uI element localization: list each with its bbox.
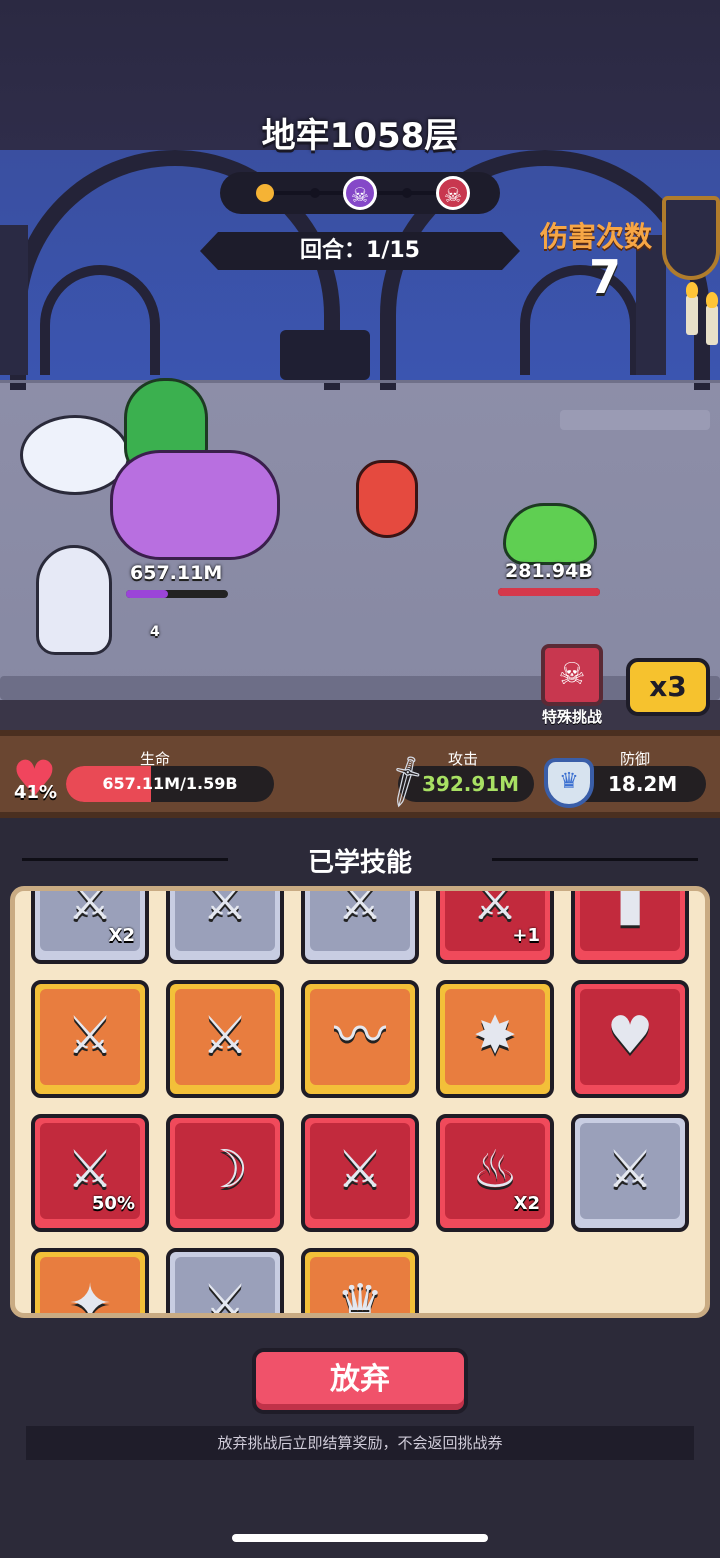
hit-count-label: 伤害次数 — [540, 220, 653, 253]
tombstone-icon: ▮ — [615, 886, 645, 932]
party-hp-bar — [126, 590, 228, 598]
stage-progress: ☠ ☠ — [220, 172, 500, 214]
skill-tile[interactable]: ✸ — [436, 980, 554, 1098]
round-counter: 回合：1/15 — [200, 232, 520, 270]
skill-tile[interactable]: ⚔ X2 — [31, 886, 149, 964]
sword-dash-icon: ⚔ — [66, 1006, 114, 1066]
sword-icon: 🗡 — [373, 749, 438, 813]
life-bar: 657.11M/1.59B — [66, 766, 274, 802]
enemy-hp-bar — [498, 588, 600, 596]
stats-bar: 生命 657.11M/1.59B ♥ 41% 攻击 392.91M 🗡 防御 1… — [0, 730, 720, 818]
demon-skull-icon: ☠ — [558, 657, 586, 692]
crown-icon: ♛ — [336, 1274, 384, 1318]
skill-tile[interactable]: 〰 — [301, 980, 419, 1098]
floor-tile — [0, 676, 720, 700]
skill-tile[interactable]: ⚔ 50% — [31, 1114, 149, 1232]
candle — [706, 305, 718, 345]
floor-tile — [560, 410, 710, 430]
stage-dot — [402, 188, 412, 198]
red-skull-icon: ☠ — [436, 176, 470, 210]
party-hp-fill — [126, 590, 168, 598]
battle-scene: 地牢1058层 ☠ ☠ 回合：1/15 伤害次数 7 657.11M 4 281… — [0, 0, 720, 730]
enemy-green-slime-character — [503, 503, 597, 565]
water-wave-plus-icon: 〰 — [333, 1006, 386, 1066]
skill-tile[interactable]: ✦ — [31, 1248, 149, 1318]
hit-count-value: 7 — [588, 250, 621, 304]
sword-percent-icon: ⚔ — [201, 886, 249, 932]
skill-tile[interactable]: ♥ — [571, 980, 689, 1098]
purple-skull-icon: ☠ — [343, 176, 377, 210]
sword-wave-icon: ⚔ — [336, 886, 384, 932]
sword-up-arrow-icon: ⚔ — [336, 1140, 384, 1200]
skill-tile[interactable]: ▮ — [571, 886, 689, 964]
candle-flame-icon — [686, 282, 698, 298]
skill-tile[interactable]: ☽ — [166, 1114, 284, 1232]
ally-unicorn-character — [110, 450, 280, 560]
skill-tile[interactable]: ♨ X2 — [436, 1114, 554, 1232]
skill-tile[interactable]: ⚔ — [571, 1114, 689, 1232]
background-pillar — [0, 225, 28, 375]
sword-plus-one-icon: ⚔ — [471, 886, 519, 932]
skill-tile[interactable]: ⚔ — [301, 1114, 419, 1232]
skill-tile[interactable]: ⚔ — [31, 980, 149, 1098]
shield-icon: ♛ — [544, 758, 594, 808]
abandon-notice: 放弃挑战后立即结算奖励，不会返回挑战券 — [26, 1426, 694, 1460]
party-hp-text: 657.11M — [130, 562, 223, 584]
enemy-hp-fill — [498, 588, 600, 596]
sword-frost-icon: ⚔ — [606, 1140, 654, 1200]
skill-tile[interactable]: ⚔ — [166, 886, 284, 964]
skill-tile[interactable]: ⚔ +1 — [436, 886, 554, 964]
skill-tag: X2 — [108, 925, 135, 946]
sword-burst-icon: ✸ — [473, 1006, 517, 1066]
special-challenge-button[interactable]: ☠ — [541, 644, 603, 706]
skill-tag: +1 — [512, 925, 540, 946]
sword-double-icon: ⚔ — [66, 886, 114, 932]
wall-shield-decoration — [662, 196, 720, 280]
dungeon-floor-title: 地牢1058层 — [261, 116, 459, 156]
double-heart-up-icon: ♥ — [606, 1006, 654, 1066]
enemy-hp-text: 281.94B — [505, 560, 593, 582]
floor-edge — [0, 380, 720, 383]
ally-princess-character — [36, 545, 112, 655]
life-percent: 41% — [14, 782, 58, 803]
home-indicator[interactable] — [232, 1534, 488, 1542]
skill-tile[interactable]: ⚔ — [166, 1248, 284, 1318]
altar — [280, 330, 370, 380]
defense-value: 18.2M — [608, 772, 678, 796]
red-slash-icon: ☽ — [201, 1140, 249, 1200]
stage-dot — [310, 188, 320, 198]
skill-tile[interactable]: ⚔ — [301, 886, 419, 964]
sword-skeleton-icon: ⚔ — [201, 1006, 249, 1066]
speed-multiplier-button[interactable]: x3 — [626, 658, 710, 716]
spell-book-icon: ✦ — [68, 1274, 112, 1318]
broken-sword-icon: ⚔ — [201, 1274, 249, 1318]
skill-tile[interactable]: ♛ — [301, 1248, 419, 1318]
candle — [686, 295, 698, 335]
skill-tag: 50% — [91, 1193, 135, 1214]
background-arch — [40, 265, 160, 375]
abandon-button[interactable]: 放弃 — [252, 1348, 468, 1414]
life-value: 657.11M/1.59B — [102, 774, 238, 793]
special-challenge-label: 特殊挑战 — [541, 708, 602, 726]
summon-count: 4 — [150, 624, 160, 640]
skills-panel[interactable]: ⚔ X2 ⚔ ⚔ ⚔ +1 ▮ ⚔ ⚔ 〰 ✸ ♥ ⚔ 50% ☽ ⚔ ♨ X2 ⚔ ✦ ⚔ ♛ — [10, 886, 710, 1318]
skill-tile[interactable]: ⚔ — [166, 980, 284, 1098]
learned-skills-title: 已学技能 — [307, 848, 412, 878]
candle-flame-icon — [706, 292, 718, 308]
current-stage-dot — [256, 184, 274, 202]
skill-tag: X2 — [513, 1193, 540, 1214]
enemy-king-bag-character — [356, 460, 418, 538]
attack-value: 392.91M — [422, 772, 520, 796]
